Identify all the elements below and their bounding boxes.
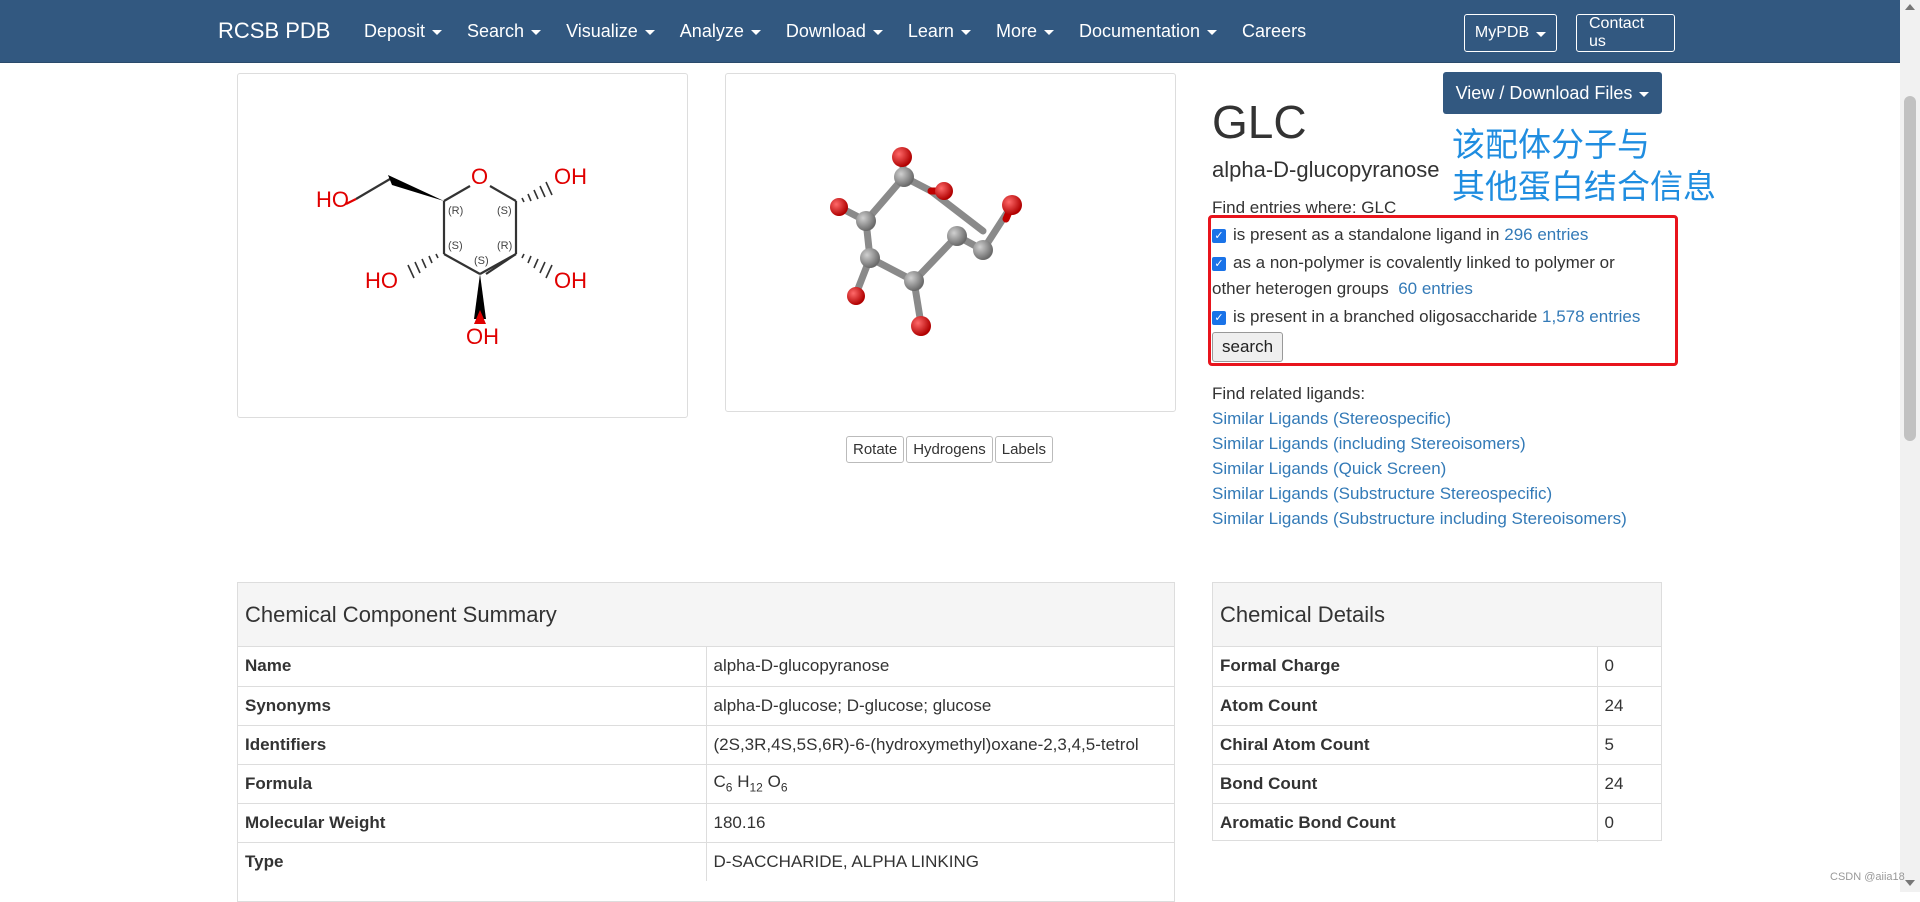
table-row: Formula C6 H12 O6	[238, 763, 1174, 803]
ligand-id-title: GLC	[1212, 96, 1307, 148]
table-row: Type D-SACCHARIDE, ALPHA LINKING	[238, 841, 1174, 881]
related-ligand-link[interactable]: Similar Ligands (Stereospecific)	[1212, 406, 1627, 431]
nav-download[interactable]: Download	[786, 21, 883, 42]
nav-learn[interactable]: Learn	[908, 21, 971, 42]
rotate-button[interactable]: Rotate	[846, 436, 905, 463]
labels-button[interactable]: Labels	[994, 436, 1053, 463]
search-button[interactable]: search	[1212, 332, 1284, 362]
nav-analyze[interactable]: Analyze	[680, 21, 761, 42]
hydrogens-button[interactable]: Hydrogens	[906, 436, 993, 463]
check-covalently-linked: ✓ as a non-polymer is covalently linked t…	[1212, 253, 1615, 298]
caret-down-icon	[1536, 31, 1547, 37]
atom-label: HO	[365, 268, 398, 293]
page-scrollbar[interactable]	[1900, 0, 1920, 892]
top-navbar: RCSB PDB Deposit Search Visualize Analyz…	[0, 0, 1900, 63]
caret-down-icon	[1207, 30, 1218, 35]
atom-label: OH	[466, 324, 499, 349]
chemical-details: Chemical Details Formal Charge 0 Atom Cou…	[1212, 582, 1662, 842]
table-row: Atom Count 24	[1213, 685, 1661, 725]
scroll-down-arrow-icon[interactable]	[1905, 880, 1915, 886]
check-standalone-ligand: ✓ is present as a standalone ligand in 29…	[1212, 222, 1588, 248]
nav-menu: Deposit Search Visualize Analyze Downloa…	[364, 0, 1331, 63]
atom-label: O	[471, 164, 488, 189]
view-download-files-button[interactable]: View / Download Files	[1443, 72, 1662, 114]
caret-down-icon	[872, 30, 883, 35]
entries-link[interactable]: 1,578 entries	[1542, 307, 1640, 326]
annotation-text: 该配体分子与 其他蛋白结合信息	[1452, 125, 1716, 206]
stereo-label: (R)	[497, 240, 512, 252]
stereo-label: (S)	[448, 240, 463, 252]
details-title: Chemical Details	[1213, 583, 1661, 647]
caret-down-icon	[531, 30, 542, 35]
table-row: Chiral Atom Count 5	[1213, 724, 1661, 764]
table-row: Molecular Weight 180.16	[238, 802, 1174, 842]
summary-title: Chemical Component Summary	[238, 583, 1174, 647]
atom-label: OH	[554, 164, 587, 189]
nav-documentation[interactable]: Documentation	[1079, 21, 1218, 42]
scrollbar-thumb[interactable]	[1904, 96, 1916, 441]
scroll-up-arrow-icon[interactable]	[1905, 4, 1915, 10]
mypdb-button[interactable]: MyPDB	[1464, 14, 1557, 52]
ligand-name: alpha-D-glucopyranose	[1212, 157, 1440, 182]
caret-down-icon	[644, 30, 655, 35]
stereo-label: (S)	[497, 205, 512, 217]
formula-value: C6 H12 O6	[705, 763, 1174, 803]
related-ligand-link[interactable]: Similar Ligands (Quick Screen)	[1212, 456, 1627, 481]
summary-table: Name alpha-D-glucopyranose Synonyms alpha-…	[238, 647, 1174, 881]
entries-link[interactable]: 296 entries	[1504, 225, 1588, 244]
caret-down-icon	[1043, 30, 1054, 35]
nav-careers[interactable]: Careers	[1242, 21, 1306, 42]
related-ligands-list: Similar Ligands (Stereospecific) Similar…	[1212, 406, 1627, 531]
caret-down-icon	[960, 30, 971, 35]
nav-search[interactable]: Search	[467, 21, 542, 42]
atom-label: HO	[316, 187, 349, 212]
table-row: Aromatic Bond Count 0	[1213, 802, 1661, 842]
structure-2d-diagram: HO O OH HO OH OH (R) (S) (S) (S) (R)	[316, 164, 587, 349]
entries-link[interactable]: 60 entries	[1398, 279, 1473, 298]
check-branched-oligosaccharide: ✓ is present in a branched oligosaccharid…	[1212, 304, 1640, 330]
table-row: Synonyms alpha-D-glucose; D-glucose; gluc…	[238, 685, 1174, 725]
checkbox-checked-icon[interactable]: ✓	[1212, 311, 1226, 325]
chemical-component-summary: Chemical Component Summary Name alpha-D-g…	[237, 582, 1175, 902]
nav-more[interactable]: More	[996, 21, 1054, 42]
checkbox-checked-icon[interactable]: ✓	[1212, 257, 1226, 271]
contact-us-button[interactable]: Contact us	[1576, 14, 1675, 52]
table-row: Identifiers (2S,3R,4S,5S,6R)-6-(hydroxyme…	[238, 724, 1174, 764]
brand-logo[interactable]: RCSB PDB	[218, 18, 330, 44]
watermark: CSDN @aiia18	[1830, 871, 1905, 883]
stereo-label: (S)	[474, 255, 489, 267]
nav-deposit[interactable]: Deposit	[364, 21, 443, 42]
atom-label: OH	[554, 268, 587, 293]
ball-and-stick-model	[830, 147, 1022, 336]
related-ligand-link[interactable]: Similar Ligands (Substructure Stereospec…	[1212, 481, 1627, 506]
caret-down-icon	[1639, 91, 1650, 97]
structure-3d-viewer[interactable]	[725, 73, 1176, 412]
table-row: Bond Count 24	[1213, 763, 1661, 803]
details-table: Formal Charge 0 Atom Count 24 Chiral Atom …	[1213, 647, 1661, 842]
related-ligands-title: Find related ligands:	[1212, 384, 1366, 403]
stereo-label: (R)	[448, 205, 463, 217]
caret-down-icon	[750, 30, 761, 35]
related-ligand-link[interactable]: Similar Ligands (including Stereoisomers…	[1212, 431, 1627, 456]
viewer-controls: Rotate Hydrogens Labels	[846, 436, 1055, 463]
table-row: Formal Charge 0	[1213, 647, 1661, 686]
table-row: Name alpha-D-glucopyranose	[238, 647, 1174, 686]
related-ligand-link[interactable]: Similar Ligands (Substructure including …	[1212, 506, 1627, 531]
nav-visualize[interactable]: Visualize	[566, 21, 655, 42]
checkbox-checked-icon[interactable]: ✓	[1212, 229, 1226, 243]
structure-2d-panel: HO O OH HO OH OH (R) (S) (S) (S) (R)	[237, 73, 688, 418]
caret-down-icon	[432, 30, 443, 35]
